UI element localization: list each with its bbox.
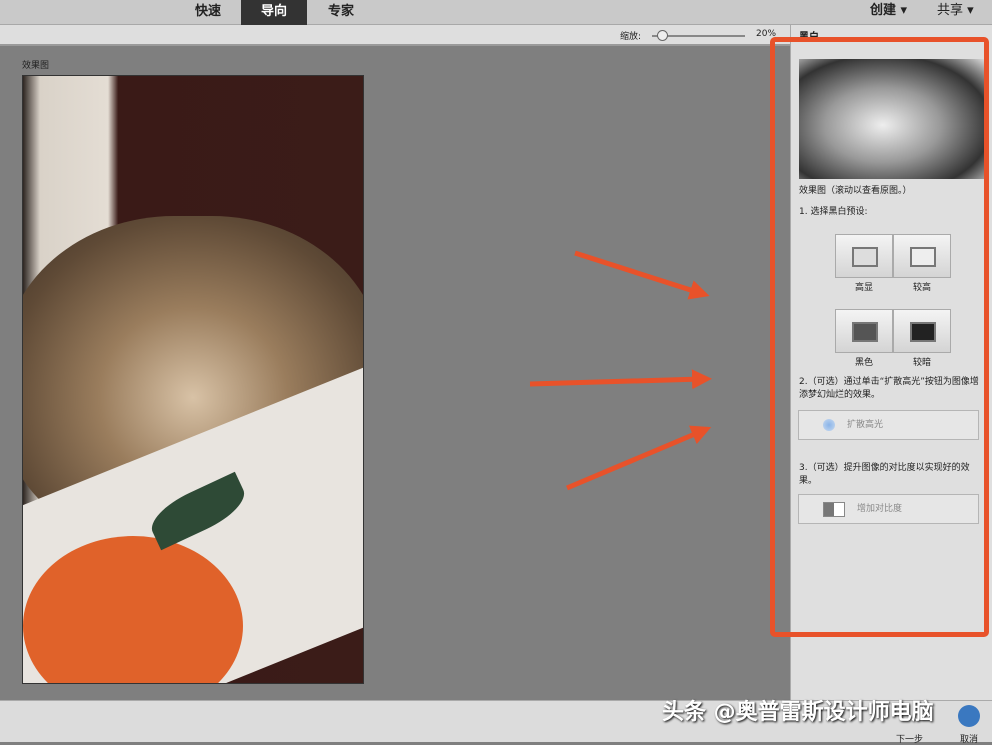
arrow-icon — [530, 379, 702, 384]
annotation-arrows — [0, 0, 992, 742]
arrow-icon — [567, 431, 702, 488]
arrow-icon — [575, 253, 700, 293]
watermark: 头条 @奥普雷斯设计师电脑 — [662, 694, 934, 726]
